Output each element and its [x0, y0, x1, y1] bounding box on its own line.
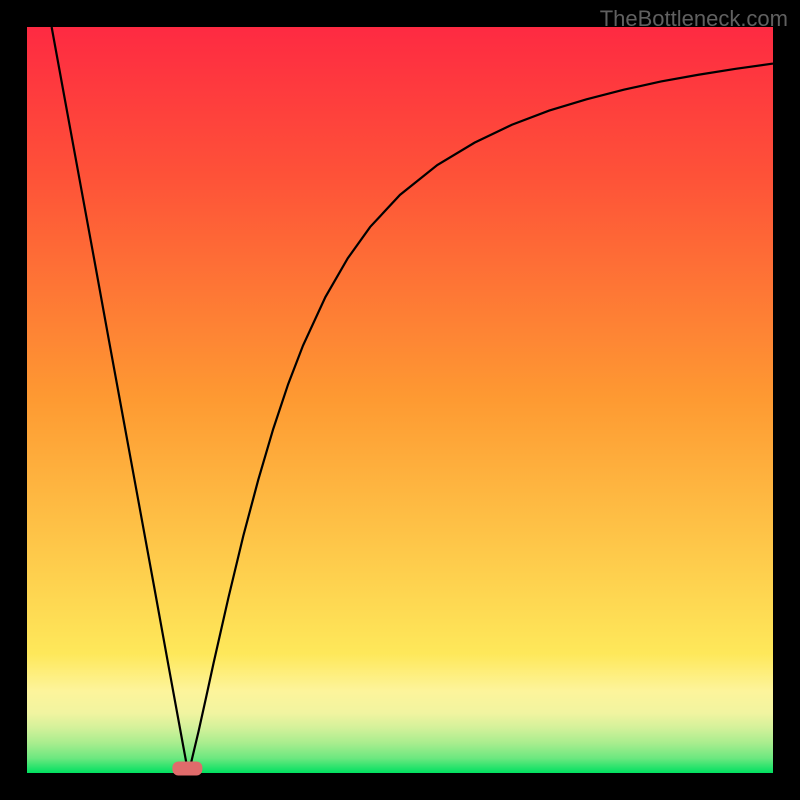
minimum-marker	[172, 762, 202, 776]
chart-canvas	[0, 0, 800, 800]
watermark-text: TheBottleneck.com	[600, 6, 788, 32]
plot-area	[27, 27, 773, 773]
bottleneck-chart: TheBottleneck.com	[0, 0, 800, 800]
